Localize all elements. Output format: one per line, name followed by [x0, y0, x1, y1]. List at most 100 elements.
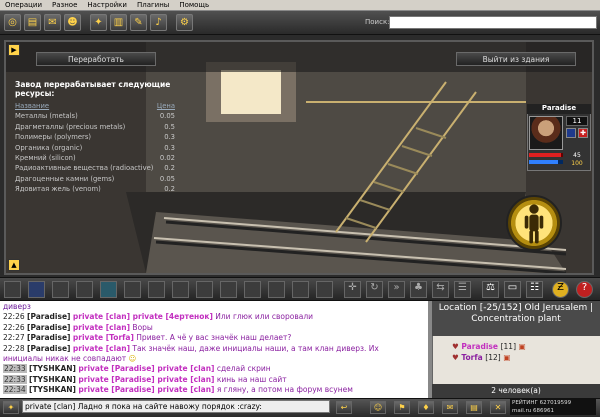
action-slot[interactable] [292, 281, 309, 298]
table-row: Ядовитая жель (venom) 0.2 [15, 185, 175, 194]
table-row: Драгметаллы (precious metals) 0.5 [15, 122, 175, 131]
search-label: Поиск: [365, 18, 390, 26]
stat-value-max: 100 [571, 160, 583, 167]
forward-icon[interactable]: » [388, 281, 405, 298]
chat-line: 22:34 [TYSHKAN] private [Paradise] priva… [3, 385, 353, 395]
action-slot[interactable] [100, 281, 117, 298]
collapse-icon[interactable]: ▶ [8, 44, 20, 56]
edit-icon[interactable]: ✎ [130, 14, 147, 31]
col-name[interactable]: Название [15, 101, 49, 111]
table-row: Радиоактивные вещества (radioactive) 0.2 [15, 164, 175, 173]
speech-icon[interactable]: ☰ [454, 281, 471, 298]
clan-icon: ▣ [518, 342, 526, 351]
chat-line: 22:27 [Paradise] private [Torfa] Привет.… [3, 333, 292, 343]
action-slot[interactable] [76, 281, 93, 298]
smile-icon[interactable]: ☺ [370, 401, 386, 414]
clear-icon[interactable]: ✕ [490, 401, 506, 414]
table-row: Металлы (metals) 0.05 [15, 112, 175, 121]
table-row: Кремний (silicon) 0.02 [15, 153, 175, 162]
action-slot[interactable] [220, 281, 237, 298]
sound-icon[interactable]: ♪ [150, 14, 167, 31]
refresh-icon[interactable]: ↻ [366, 281, 383, 298]
chat-log: диверз 22:26 [Paradise] private [clan] p… [0, 301, 428, 398]
menu-misc[interactable]: Разное [47, 1, 82, 9]
exit-building-button[interactable]: Выйти из здания [456, 52, 576, 66]
rating-counter[interactable]: РЕЙТИНГ 627019599 mail.ru 686961 [510, 399, 596, 415]
clan-chat-icon[interactable]: ♦ [418, 401, 434, 414]
action-slot[interactable] [28, 281, 45, 298]
chat-line: 22:28 [Paradise] private [clan] Так знач… [3, 343, 379, 353]
action-slot[interactable] [4, 281, 21, 298]
character-name[interactable]: Paradise [527, 104, 591, 114]
action-slot[interactable] [196, 281, 213, 298]
inventory-icon[interactable]: ▤ [24, 14, 41, 31]
list-icon[interactable]: ☷ [526, 281, 543, 298]
action-bar: ✛ ↻ » ♣ ⇆ ☰ ⚖ ▭ ☷ Ƶ ? [0, 277, 600, 301]
smiley-icon: ☺ [128, 353, 137, 363]
stat-value: 45 [573, 152, 581, 159]
menu-operations[interactable]: Операции [0, 1, 47, 9]
chat-line: 22:26 [Paradise] private [clan] private … [3, 312, 313, 322]
action-slot[interactable] [52, 281, 69, 298]
globe-icon[interactable]: ◎ [4, 14, 21, 31]
chat-line: инициалы никак не совпадают ☺ [3, 353, 137, 363]
mp-bar [529, 160, 563, 164]
col-price[interactable]: Цена [157, 101, 175, 111]
chat-line: диверз [3, 302, 31, 311]
table-row: Органика (organic) 0.3 [15, 143, 175, 152]
avatar[interactable] [529, 116, 563, 150]
person-icon [524, 204, 544, 244]
chat-line: 22:33 [TYSHKAN] private [Paradise] priva… [3, 374, 287, 384]
split-icon[interactable]: ⇆ [432, 281, 449, 298]
chat-line: 22:33 [TYSHKAN] private [Paradise] priva… [3, 364, 271, 374]
coin-icon[interactable]: Ƶ [552, 281, 569, 298]
table-row: Драгоценные камни (gems) 0.05 [15, 174, 175, 183]
folder-icon[interactable]: ▭ [504, 281, 521, 298]
people-icon[interactable]: ☻ [64, 14, 81, 31]
online-count: 2 человек(а) [432, 384, 600, 398]
clan-badge-icon[interactable] [566, 128, 576, 138]
private-icon[interactable]: ✉ [442, 401, 458, 414]
location-title: Location [-25/152] Old Jerusalem | Conce… [432, 301, 600, 336]
map-icon[interactable]: ✦ [90, 14, 107, 31]
table-row: Полимеры (polymers) 0.3 [15, 133, 175, 142]
resource-table: Завод перерабатывает следующие ресурсы: … [15, 80, 175, 195]
user-icon: ♥ [452, 342, 459, 351]
action-slot[interactable] [244, 281, 261, 298]
action-slot[interactable] [172, 281, 189, 298]
book-icon[interactable]: ▥ [110, 14, 127, 31]
expand-icon[interactable]: ▲ [8, 259, 20, 271]
chat-line: 22:26 [Paradise] private [clan] Воры [3, 322, 153, 332]
list-item[interactable]: ♥ Torfa [12] ▣ [452, 353, 510, 362]
chat-icon[interactable]: ✉ [44, 14, 61, 31]
clan-icon: ▣ [503, 353, 511, 362]
mp-fill [529, 160, 558, 164]
tree-icon[interactable]: ♣ [410, 281, 427, 298]
flag-icon[interactable]: ⚑ [394, 401, 410, 414]
chat-mode-icon[interactable]: ✦ [3, 401, 19, 414]
action-slot[interactable] [316, 281, 333, 298]
hp-fill [529, 153, 562, 157]
weight-icon[interactable]: ⚖ [482, 281, 499, 298]
help-icon[interactable]: ? [576, 281, 593, 298]
medical-icon[interactable]: ✚ [578, 128, 588, 138]
menu-settings[interactable]: Настройки [82, 1, 132, 9]
character-level: 11 [566, 116, 588, 126]
crosshair-icon[interactable]: ✛ [344, 281, 361, 298]
action-slot[interactable] [148, 281, 165, 298]
process-button[interactable]: Переработать [36, 52, 156, 66]
action-slot[interactable] [268, 281, 285, 298]
menu-plugins[interactable]: Плагины [132, 1, 174, 9]
chat-input[interactable]: private [clan] Ладно я пока на сайте нав… [22, 400, 330, 413]
action-slot[interactable] [124, 281, 141, 298]
menu-bar: Операции Разное Настройки Плагины Помощь [0, 0, 600, 11]
back-icon[interactable]: ↩ [336, 401, 352, 414]
character-figure-icon[interactable] [506, 195, 562, 251]
settings-icon[interactable]: ⚙ [176, 14, 193, 31]
list-item[interactable]: ♥ Paradise [11] ▣ [452, 342, 526, 351]
search-input[interactable] [389, 16, 597, 29]
log-icon[interactable]: ▤ [466, 401, 482, 414]
user-icon: ♥ [452, 353, 459, 362]
hp-bar [529, 153, 563, 157]
menu-help[interactable]: Помощь [174, 1, 214, 9]
